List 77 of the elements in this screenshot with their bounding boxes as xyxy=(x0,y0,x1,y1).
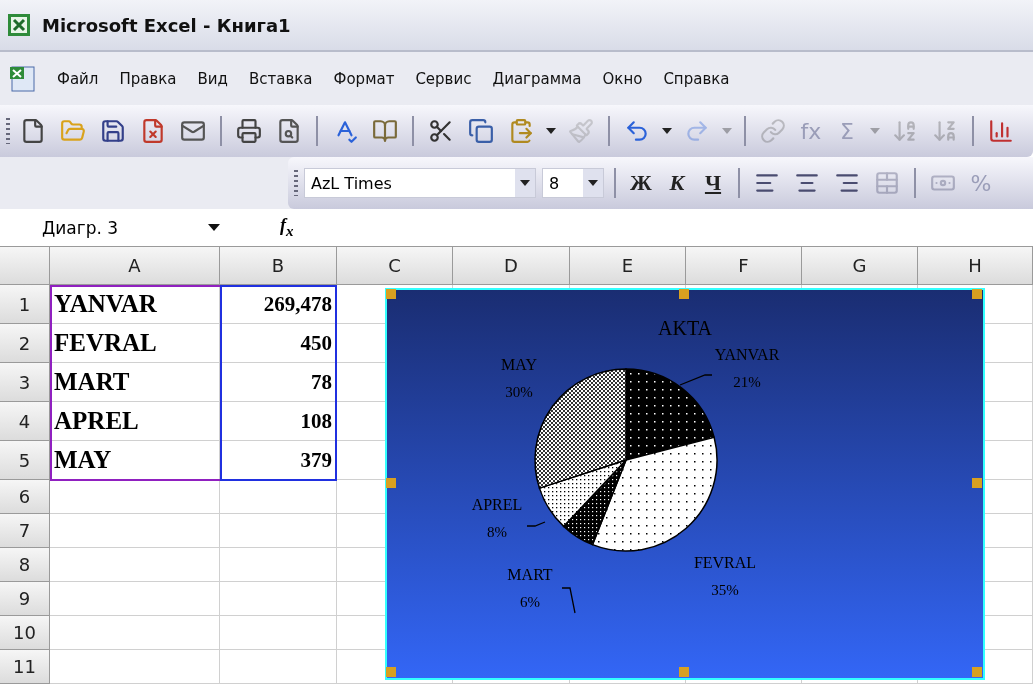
menu-item[interactable]: Файл xyxy=(57,69,99,88)
column-header[interactable]: D xyxy=(453,247,570,285)
underline-button[interactable]: Ч xyxy=(698,166,728,200)
table-cell: 450 xyxy=(220,324,337,363)
column-header[interactable]: F xyxy=(686,247,802,285)
column-header[interactable]: C xyxy=(337,247,453,285)
menu-item[interactable]: Вид xyxy=(197,69,228,88)
menu-item[interactable]: Справка xyxy=(663,69,730,88)
row-header[interactable]: 5 xyxy=(0,441,50,480)
resize-handle[interactable] xyxy=(972,289,982,299)
data-label: APREL xyxy=(471,496,523,513)
menu-item[interactable]: Правка xyxy=(119,69,177,88)
resize-handle[interactable] xyxy=(386,667,396,677)
row-header[interactable]: 4 xyxy=(0,402,50,441)
row-header[interactable]: 9 xyxy=(0,582,50,616)
table-cell: MART xyxy=(50,363,220,402)
font-size-field[interactable]: 8 xyxy=(542,168,604,198)
table-cell: YANVAR xyxy=(50,285,220,324)
leader-line xyxy=(526,521,546,527)
data-label: MAY xyxy=(501,356,537,373)
percent-label: 6% xyxy=(520,594,540,610)
column-header[interactable]: A xyxy=(50,247,220,285)
row-header[interactable]: 11 xyxy=(0,650,50,684)
percent-label: 30% xyxy=(505,384,533,400)
workbook-icon[interactable] xyxy=(8,64,36,93)
chart-area[interactable]: AKTA YANVAR 21% FEVRAL 35% MART 6% APREL 8% MAY 30% xyxy=(385,288,985,680)
table-cell: 78 xyxy=(220,363,337,402)
table-cell: APREL xyxy=(50,402,220,441)
column-header[interactable]: B xyxy=(220,247,337,285)
table-cell: FEVRAL xyxy=(50,324,220,363)
function-label[interactable]: f$_{x}$ xyxy=(280,215,294,240)
table-cell: 108 xyxy=(220,402,337,441)
dropdown-caret-icon[interactable] xyxy=(544,128,558,134)
name-box[interactable]: Диагр. 3 xyxy=(0,217,230,238)
resize-handle[interactable] xyxy=(679,289,689,299)
percent-label: 35% xyxy=(711,582,739,598)
menu-item[interactable]: Диаграмма xyxy=(492,69,582,88)
row-header[interactable]: 7 xyxy=(0,514,50,548)
column-header[interactable]: E xyxy=(570,247,686,285)
percent-label: 21% xyxy=(733,374,761,390)
row-header[interactable]: 1 xyxy=(0,285,50,324)
table-cell: 379 xyxy=(220,441,337,480)
menu-item[interactable]: Окно xyxy=(602,69,643,88)
bold-button[interactable]: Ж xyxy=(626,166,656,200)
row-header[interactable]: 6 xyxy=(0,480,50,514)
resize-handle[interactable] xyxy=(972,478,982,488)
data-label: YANVAR xyxy=(714,346,780,363)
window-title: Microsoft Excel - Книга1 xyxy=(42,14,291,36)
excel-logo-icon xyxy=(8,14,30,36)
leader-line xyxy=(561,587,576,614)
font-field[interactable]: AzL Times xyxy=(304,168,536,198)
dropdown-caret-icon[interactable] xyxy=(660,128,674,134)
table-cell: MAY xyxy=(50,441,220,480)
column-header[interactable]: G xyxy=(802,247,918,285)
data-label: FEVRAL xyxy=(693,554,757,571)
row-header[interactable]: 2 xyxy=(0,324,50,363)
dropdown-caret-icon[interactable] xyxy=(208,224,220,231)
row-header[interactable]: 8 xyxy=(0,548,50,582)
resize-handle[interactable] xyxy=(679,667,689,677)
dropdown-caret-icon[interactable] xyxy=(520,180,530,186)
menu-item[interactable]: Вставка xyxy=(248,69,313,88)
resize-handle[interactable] xyxy=(972,667,982,677)
dropdown-caret-icon[interactable] xyxy=(588,180,598,186)
percent-label: 8% xyxy=(487,524,507,540)
table-cell: 269,478 xyxy=(220,285,337,324)
select-all-corner[interactable] xyxy=(0,247,50,285)
chart-title: AKTA xyxy=(658,317,712,339)
row-header[interactable]: 3 xyxy=(0,363,50,402)
resize-handle[interactable] xyxy=(386,478,396,488)
column-header[interactable]: H xyxy=(918,247,1033,285)
leader-line xyxy=(679,374,713,386)
resize-handle[interactable] xyxy=(386,289,396,299)
italic-button[interactable]: К xyxy=(662,166,692,200)
menu-item[interactable]: Сервис xyxy=(415,69,472,88)
row-header[interactable]: 10 xyxy=(0,616,50,650)
data-label: MART xyxy=(507,566,553,583)
menu-item[interactable]: Формат xyxy=(333,69,395,88)
